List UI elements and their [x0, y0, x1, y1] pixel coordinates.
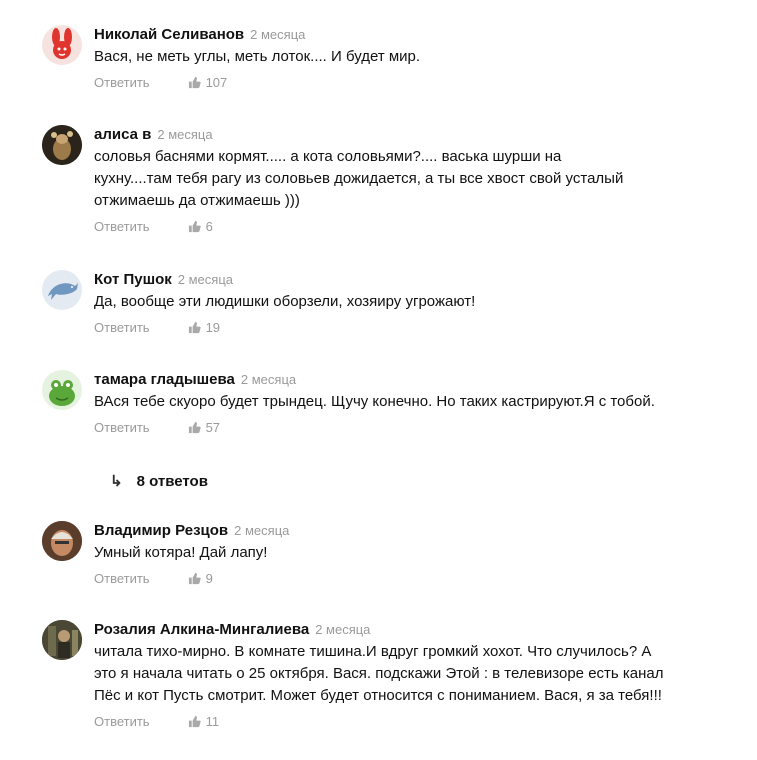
comment-text: Да, вообще эти людишки оборзели, хозяиру… [94, 293, 476, 310]
like-button[interactable]: 57 [188, 420, 220, 435]
like-button[interactable]: 19 [188, 320, 220, 335]
comment-date: 2 месяца [234, 523, 290, 538]
comment-date: 2 месяца [250, 27, 306, 42]
comment-text: ВАся тебе скуоро будет трындец. Щучу кон… [94, 393, 655, 410]
photo-avatar[interactable] [42, 125, 82, 165]
comment-date: 2 месяца [240, 372, 297, 387]
reply-button[interactable]: Ответить [94, 219, 150, 234]
reply-button[interactable]: Ответить [94, 320, 150, 335]
comment-author[interactable]: Кот Пушок [94, 271, 172, 288]
like-count: 6 [205, 218, 213, 234]
like-count: 9 [205, 570, 213, 586]
photo-avatar[interactable] [42, 620, 82, 660]
like-button[interactable]: 6 [188, 219, 213, 234]
like-count: 57 [205, 419, 221, 435]
comment-author[interactable]: Розалия Алкина-Мингалиева [94, 621, 309, 638]
comment-text: соловья баснями кормят..... а кота солов… [94, 148, 624, 209]
comment-author[interactable]: Владимир Резцов [94, 522, 228, 539]
comment-text: Умный котяра! Дай лапу! [94, 544, 268, 561]
like-button[interactable]: 9 [188, 571, 213, 586]
like-button[interactable]: 107 [188, 74, 228, 90]
comment-date: 2 месяца [157, 127, 213, 142]
replies-count: 8 ответов [136, 472, 208, 490]
thumbs-up-icon [188, 572, 201, 584]
thumbs-up-icon [188, 321, 201, 333]
show-replies-button[interactable]: ↳ 8 ответов [110, 472, 208, 491]
like-button[interactable]: 11 [188, 713, 220, 729]
reply-button[interactable]: Ответить [94, 714, 150, 729]
dolphin-avatar[interactable] [42, 270, 82, 310]
thumbs-up-icon [188, 76, 201, 88]
comment-author[interactable]: алиса в [94, 126, 151, 143]
thumbs-up-icon [188, 421, 201, 433]
like-count: 19 [205, 319, 221, 335]
frog-avatar[interactable] [42, 370, 82, 410]
comment-date: 2 месяца [177, 272, 233, 287]
reply-arrow-icon: ↳ [110, 473, 123, 490]
like-count: 11 [205, 713, 220, 729]
photo-avatar[interactable] [42, 521, 82, 561]
thumbs-up-icon [188, 715, 201, 727]
reply-button[interactable]: Ответить [94, 75, 150, 90]
comment-text: читала тихо-мирно. В комнате тишина.И вд… [94, 643, 664, 704]
like-count: 107 [205, 74, 228, 90]
comment-text: Вася, не меть углы, меть лоток.... И буд… [94, 48, 421, 65]
comment-author[interactable]: Николай Селиванов [94, 26, 244, 43]
comment-author[interactable]: тамара гладышева [94, 371, 235, 388]
reply-button[interactable]: Ответить [94, 571, 150, 586]
thumbs-up-icon [188, 220, 201, 232]
bunny-avatar[interactable] [42, 25, 82, 65]
comment-date: 2 месяца [315, 622, 371, 637]
reply-button[interactable]: Ответить [94, 420, 150, 435]
